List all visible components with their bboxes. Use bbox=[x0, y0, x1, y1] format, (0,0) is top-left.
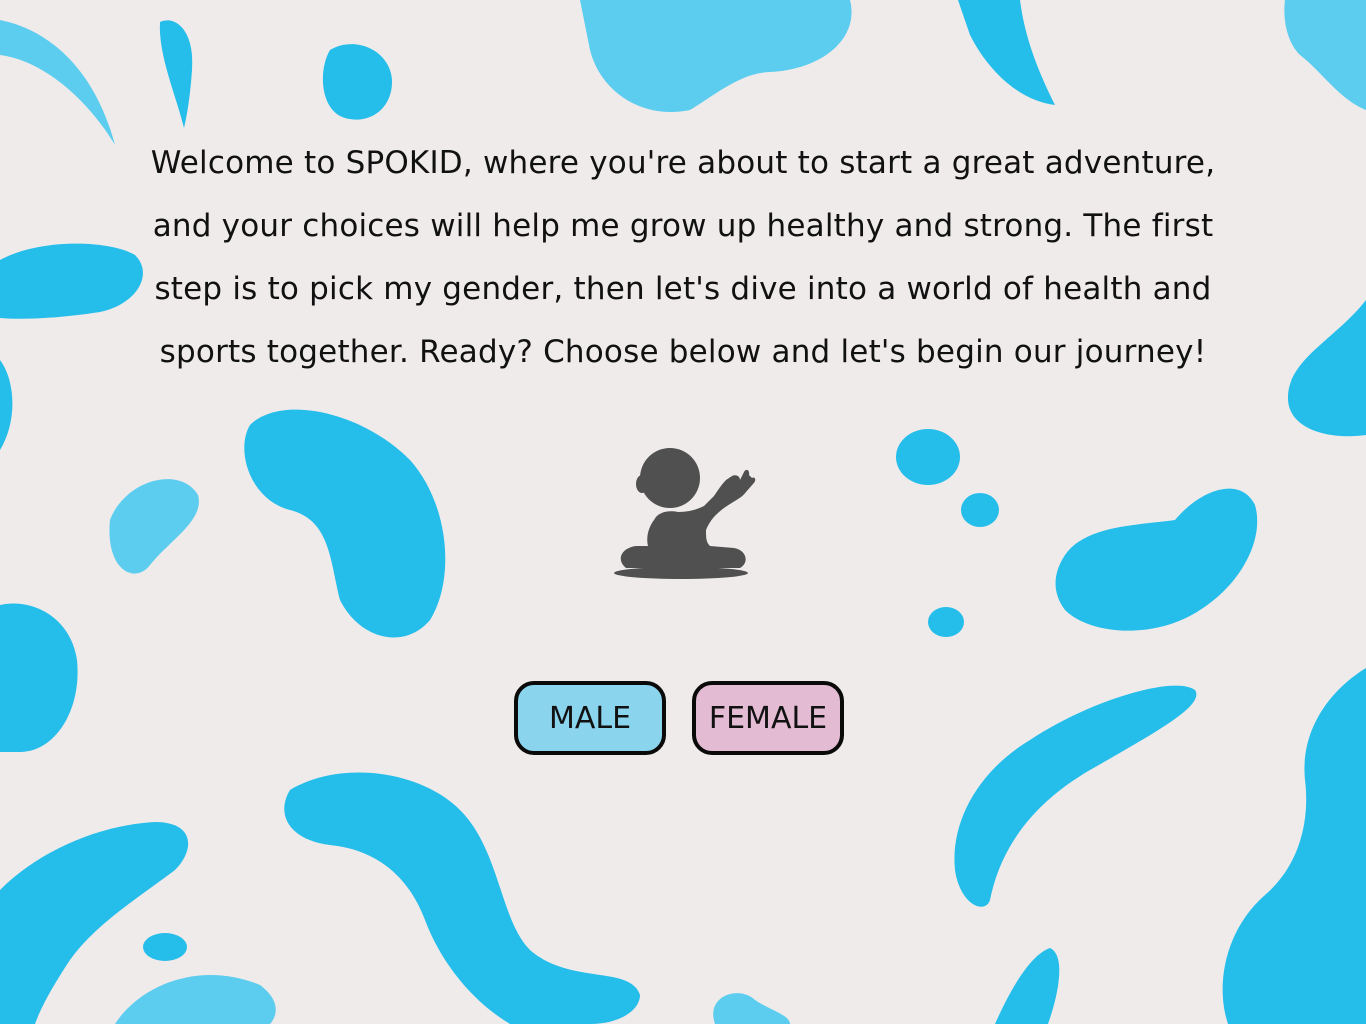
blob-bottom-right-small bbox=[995, 948, 1060, 1024]
blob-right-middle bbox=[1287, 300, 1366, 437]
avatar-head bbox=[640, 448, 700, 508]
male-button[interactable]: MALE bbox=[514, 681, 666, 755]
blob-round-top bbox=[322, 44, 393, 120]
blob-dot-4 bbox=[143, 933, 187, 961]
blob-left-edge bbox=[0, 360, 13, 450]
blob-top-middle bbox=[580, 0, 852, 112]
blob-dot-2 bbox=[961, 493, 999, 527]
blob-bottom-right bbox=[1222, 668, 1366, 1024]
blob-right-diagonal bbox=[954, 685, 1197, 907]
blob-center-left-bean bbox=[244, 409, 446, 638]
blob-left-lower bbox=[0, 603, 78, 752]
avatar-shadow bbox=[614, 567, 748, 579]
blob-bottom-left-light bbox=[115, 974, 276, 1024]
blob-top-right-corner bbox=[1284, 0, 1366, 110]
blob-dot-3 bbox=[928, 607, 964, 637]
blob-light-small-left bbox=[109, 479, 199, 574]
blob-bottom-center-light bbox=[713, 993, 790, 1024]
blob-bottom-center-swoosh bbox=[284, 772, 640, 1024]
blob-top-right-hook bbox=[958, 0, 1055, 105]
intro-text: Welcome to SPOKID, where you're about to… bbox=[150, 145, 1216, 370]
blob-top-left-swoosh bbox=[0, 20, 115, 145]
blob-right-bean bbox=[1055, 488, 1258, 631]
blob-dot-1 bbox=[896, 429, 960, 485]
waving-baby-silhouette-icon bbox=[614, 448, 756, 579]
avatar-ear bbox=[636, 475, 648, 493]
female-button[interactable]: FEMALE bbox=[692, 681, 844, 755]
blob-drop-small bbox=[159, 20, 193, 129]
